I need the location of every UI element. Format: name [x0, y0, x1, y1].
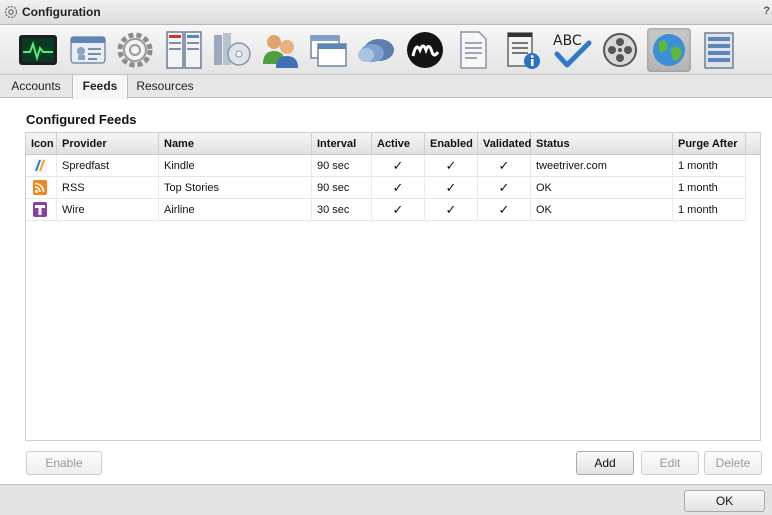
- title-bar: Configuration ?: [0, 0, 772, 25]
- tab-accounts[interactable]: Accounts: [0, 75, 72, 98]
- table-row[interactable]: Wire Airline 30 sec ✓ ✓ ✓ OK 1 month: [26, 199, 746, 221]
- column-header-name[interactable]: Name: [159, 133, 312, 155]
- column-header-active[interactable]: Active: [372, 133, 425, 155]
- media-library-icon[interactable]: [209, 28, 253, 72]
- monitor-icon[interactable]: [16, 28, 60, 72]
- validated-check: ✓: [478, 177, 531, 199]
- purge-cell: 1 month: [673, 177, 746, 199]
- column-header-validated[interactable]: Validated: [478, 133, 531, 155]
- column-header-status[interactable]: Status: [531, 133, 673, 155]
- provider-cell: Wire: [57, 199, 159, 221]
- spell-check-icon[interactable]: ABC: [550, 28, 594, 72]
- edit-button[interactable]: Edit: [641, 451, 699, 475]
- id-card-icon[interactable]: [66, 28, 110, 72]
- column-header-interval[interactable]: Interval: [312, 133, 372, 155]
- status-cell: tweetriver.com: [531, 155, 673, 177]
- table-row[interactable]: Spredfast Kindle 90 sec ✓ ✓ ✓ tweetriver…: [26, 155, 746, 177]
- table-header: Icon Provider Name Interval Active Enabl…: [26, 133, 760, 155]
- add-button[interactable]: Add: [576, 451, 634, 475]
- active-check: ✓: [372, 155, 425, 177]
- purge-cell: 1 month: [673, 155, 746, 177]
- cloud-icon[interactable]: [354, 28, 398, 72]
- svg-text:ABC: ABC: [553, 33, 582, 49]
- validated-check: ✓: [478, 199, 531, 221]
- globe-icon[interactable]: [647, 28, 691, 72]
- wire-icon: [26, 199, 57, 221]
- footer-bar: OK: [0, 484, 772, 515]
- signature-logo-icon[interactable]: [403, 28, 447, 72]
- interval-cell: 90 sec: [312, 155, 372, 177]
- storage-icon[interactable]: [697, 28, 741, 72]
- document-icon[interactable]: [451, 28, 495, 72]
- status-cell: OK: [531, 177, 673, 199]
- enabled-check: ✓: [425, 177, 478, 199]
- column-header-provider[interactable]: Provider: [57, 133, 159, 155]
- help-button[interactable]: ?: [763, 5, 770, 17]
- purge-cell: 1 month: [673, 199, 746, 221]
- windows-icon[interactable]: [306, 28, 350, 72]
- window-title: Configuration: [22, 5, 101, 19]
- interval-cell: 90 sec: [312, 177, 372, 199]
- name-cell: Airline: [159, 199, 312, 221]
- tab-resources[interactable]: Resources: [128, 75, 202, 98]
- section-title: Configured Feeds: [26, 112, 137, 127]
- active-check: ✓: [372, 199, 425, 221]
- server-icon[interactable]: [161, 28, 205, 72]
- enabled-check: ✓: [425, 155, 478, 177]
- provider-cell: RSS: [57, 177, 159, 199]
- settings-gear-icon[interactable]: [113, 28, 157, 72]
- tab-bar: Accounts Feeds Resources: [0, 75, 772, 99]
- spredfast-icon: [26, 155, 57, 177]
- toolbar: ABC: [0, 25, 772, 75]
- validated-check: ✓: [478, 155, 531, 177]
- name-cell: Kindle: [159, 155, 312, 177]
- gear-icon: [4, 5, 18, 19]
- film-reel-icon[interactable]: [598, 28, 642, 72]
- interval-cell: 30 sec: [312, 199, 372, 221]
- status-cell: OK: [531, 199, 673, 221]
- provider-cell: Spredfast: [57, 155, 159, 177]
- table-row[interactable]: RSS Top Stories 90 sec ✓ ✓ ✓ OK 1 month: [26, 177, 746, 199]
- notepad-info-icon[interactable]: [500, 28, 544, 72]
- column-header-enabled[interactable]: Enabled: [425, 133, 478, 155]
- ok-button[interactable]: OK: [684, 490, 765, 512]
- feeds-table: Icon Provider Name Interval Active Enabl…: [25, 132, 761, 441]
- rss-icon: [26, 177, 57, 199]
- active-check: ✓: [372, 177, 425, 199]
- column-header-purge-after[interactable]: Purge After: [673, 133, 746, 155]
- name-cell: Top Stories: [159, 177, 312, 199]
- users-icon[interactable]: [258, 28, 302, 72]
- enabled-check: ✓: [425, 199, 478, 221]
- delete-button[interactable]: Delete: [704, 451, 762, 475]
- configuration-window: Configuration ? ABC Accounts Feeds Resou…: [0, 0, 772, 515]
- column-header-icon[interactable]: Icon: [26, 133, 57, 155]
- tab-feeds[interactable]: Feeds: [72, 75, 128, 99]
- enable-button[interactable]: Enable: [26, 451, 102, 475]
